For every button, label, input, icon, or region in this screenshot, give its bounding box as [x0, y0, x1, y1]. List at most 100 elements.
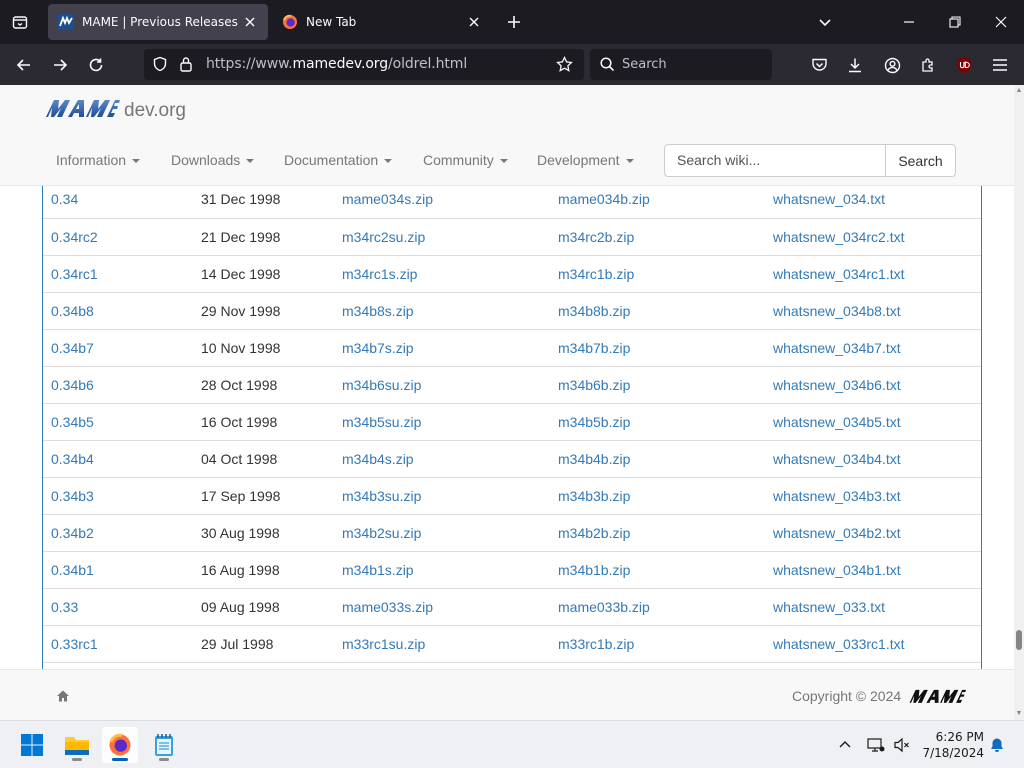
pocket-icon[interactable] — [806, 52, 832, 78]
hamburger-menu-icon[interactable] — [987, 52, 1013, 78]
binary-zip-link[interactable]: m34b5b.zip — [550, 403, 765, 441]
back-arrow-icon[interactable] — [11, 52, 37, 78]
scroll-down-arrow-icon[interactable]: ▼ — [1015, 710, 1023, 718]
notification-bell-icon[interactable] — [987, 735, 1007, 755]
source-zip-link[interactable]: m34b5su.zip — [334, 403, 550, 441]
binary-zip-link[interactable]: mame033b.zip — [550, 588, 765, 626]
forward-arrow-icon[interactable] — [47, 52, 73, 78]
url-text[interactable]: https://www.mamedev.org/oldrel.html — [206, 56, 467, 72]
nav-dropdown-information[interactable]: Information — [56, 152, 141, 168]
firefox-taskbar-icon[interactable] — [102, 727, 138, 763]
version-link[interactable]: 0.34b1 — [43, 551, 193, 589]
whatsnew-link[interactable]: whatsnew_034.txt — [765, 181, 981, 219]
binary-zip-link[interactable]: m34b3b.zip — [550, 477, 765, 515]
source-zip-link[interactable]: m34b3su.zip — [334, 477, 550, 515]
close-tab-icon[interactable] — [242, 14, 258, 30]
source-zip-link[interactable]: m34b1s.zip — [334, 551, 550, 589]
whatsnew-link[interactable]: whatsnew_034rc2.txt — [765, 218, 981, 256]
source-zip-link[interactable]: mame034s.zip — [334, 181, 550, 219]
version-link[interactable]: 0.34b3 — [43, 477, 193, 515]
tab-mame-previous-releases[interactable]: MAME | Previous Releases — [48, 4, 268, 40]
reload-icon[interactable] — [83, 52, 109, 78]
caret-down-icon — [246, 159, 255, 164]
source-zip-link[interactable]: m34b6su.zip — [334, 366, 550, 404]
binary-zip-link[interactable]: m34b7b.zip — [550, 329, 765, 367]
source-zip-link[interactable]: mame033s.zip — [334, 588, 550, 626]
version-link[interactable]: 0.34b5 — [43, 403, 193, 441]
version-link[interactable]: 0.34b8 — [43, 292, 193, 330]
whatsnew-link[interactable]: whatsnew_033.txt — [765, 588, 981, 626]
version-link[interactable]: 0.34 — [43, 181, 193, 219]
version-link[interactable]: 0.34b4 — [43, 440, 193, 478]
nav-dropdown-documentation[interactable]: Documentation — [284, 152, 393, 168]
close-window-icon[interactable] — [987, 8, 1015, 36]
volume-muted-icon[interactable] — [892, 735, 912, 755]
whatsnew-link[interactable]: whatsnew_034b6.txt — [765, 366, 981, 404]
whatsnew-link[interactable]: whatsnew_034rc1.txt — [765, 255, 981, 293]
version-link[interactable]: 0.34b6 — [43, 366, 193, 404]
binary-zip-link[interactable]: m34b8b.zip — [550, 292, 765, 330]
whatsnew-link[interactable]: whatsnew_034b7.txt — [765, 329, 981, 367]
source-zip-link[interactable]: m34b2su.zip — [334, 514, 550, 552]
wiki-search-button[interactable]: Search — [885, 144, 956, 177]
scroll-up-arrow-icon[interactable]: ▲ — [1015, 87, 1023, 95]
source-zip-link[interactable]: m34rc2su.zip — [334, 218, 550, 256]
tracking-protection-shield-icon[interactable] — [152, 56, 168, 77]
binary-zip-link[interactable]: mame034b.zip — [550, 181, 765, 219]
binary-zip-link[interactable]: m33rc1b.zip — [550, 625, 765, 663]
whatsnew-link[interactable]: whatsnew_034b8.txt — [765, 292, 981, 330]
version-link[interactable]: 0.34b7 — [43, 329, 193, 367]
version-link[interactable]: 0.34b2 — [43, 514, 193, 552]
address-bar[interactable]: https://www.mamedev.org/oldrel.html — [144, 49, 584, 80]
windows-start-icon[interactable] — [14, 727, 50, 763]
site-brand-link[interactable]: dev.org — [44, 97, 186, 124]
tab-new-tab[interactable]: New Tab — [272, 4, 492, 40]
source-zip-link[interactable]: m34b8s.zip — [334, 292, 550, 330]
bookmark-star-icon[interactable] — [556, 55, 573, 78]
binary-zip-link[interactable]: m34b6b.zip — [550, 366, 765, 404]
version-link[interactable]: 0.34rc2 — [43, 218, 193, 256]
system-clock[interactable]: 6:26 PM 7/18/2024 — [920, 729, 984, 761]
restore-window-icon[interactable] — [941, 8, 969, 36]
whatsnew-link[interactable]: whatsnew_034b5.txt — [765, 403, 981, 441]
whatsnew-link[interactable]: whatsnew_034b2.txt — [765, 514, 981, 552]
source-zip-link[interactable]: m34b4s.zip — [334, 440, 550, 478]
source-zip-link[interactable]: m33rc1su.zip — [334, 625, 550, 663]
binary-zip-link[interactable]: m34b1b.zip — [550, 551, 765, 589]
tab-list-icon[interactable] — [8, 10, 32, 34]
browser-search-bar[interactable]: Search — [590, 49, 772, 80]
padlock-icon[interactable] — [179, 56, 193, 77]
page-scrollbar[interactable]: ▲ ▼ — [1014, 85, 1024, 720]
notepad-icon[interactable] — [146, 727, 182, 763]
minimize-window-icon[interactable] — [895, 8, 923, 36]
account-icon[interactable] — [879, 52, 905, 78]
version-link[interactable]: 0.34rc1 — [43, 255, 193, 293]
downloads-icon[interactable] — [842, 52, 868, 78]
close-tab-icon[interactable] — [466, 14, 482, 30]
version-link[interactable]: 0.33 — [43, 588, 193, 626]
file-explorer-icon[interactable] — [59, 727, 95, 763]
source-zip-link[interactable]: m34b7s.zip — [334, 329, 550, 367]
binary-zip-link[interactable]: m34rc2b.zip — [550, 218, 765, 256]
scrollbar-thumb[interactable] — [1016, 630, 1022, 650]
whatsnew-link[interactable]: whatsnew_034b1.txt — [765, 551, 981, 589]
home-icon[interactable] — [56, 689, 70, 703]
network-icon[interactable] — [866, 735, 886, 755]
extensions-puzzle-icon[interactable] — [915, 52, 941, 78]
binary-zip-link[interactable]: m34b4b.zip — [550, 440, 765, 478]
nav-dropdown-community[interactable]: Community — [423, 152, 508, 168]
nav-dropdown-development[interactable]: Development — [537, 152, 634, 168]
binary-zip-link[interactable]: m34b2b.zip — [550, 514, 765, 552]
list-all-tabs-chevron-down-icon[interactable] — [811, 8, 839, 36]
show-hidden-icons-chevron-up-icon[interactable] — [835, 735, 855, 755]
new-tab-plus-icon[interactable] — [502, 10, 526, 34]
whatsnew-link[interactable]: whatsnew_034b4.txt — [765, 440, 981, 478]
version-link[interactable]: 0.33rc1 — [43, 625, 193, 663]
nav-dropdown-downloads[interactable]: Downloads — [171, 152, 255, 168]
wiki-search-input[interactable]: Search wiki... — [664, 144, 886, 177]
whatsnew-link[interactable]: whatsnew_034b3.txt — [765, 477, 981, 515]
whatsnew-link[interactable]: whatsnew_033rc1.txt — [765, 625, 981, 663]
source-zip-link[interactable]: m34rc1s.zip — [334, 255, 550, 293]
binary-zip-link[interactable]: m34rc1b.zip — [550, 255, 765, 293]
ublock-origin-icon[interactable] — [951, 52, 977, 78]
